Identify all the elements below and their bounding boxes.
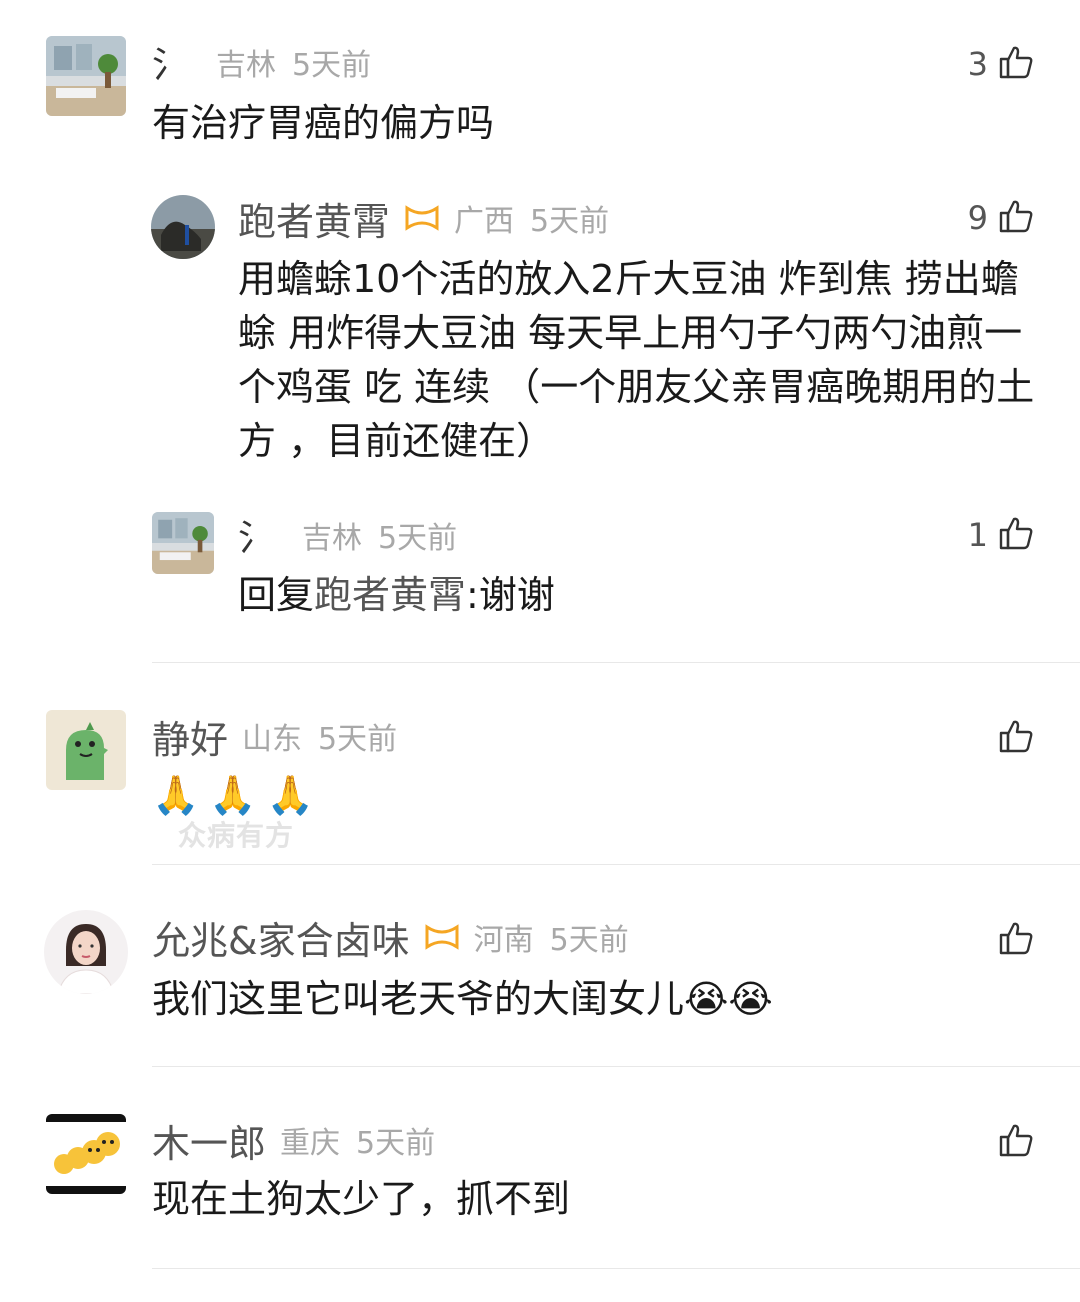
like-count: 3 [967, 45, 988, 83]
thumbs-up-icon [998, 515, 1034, 555]
username[interactable]: 跑者黄霄 [238, 191, 390, 246]
username[interactable]: 氵 [238, 509, 274, 561]
location: 吉林 [216, 48, 277, 83]
pray-emoji: 🙏 [152, 773, 200, 817]
like-button[interactable] [988, 918, 1034, 962]
username[interactable]: 氵 [152, 36, 188, 88]
timestamp: 5天前 [356, 1126, 436, 1161]
username[interactable]: 静好 [152, 709, 228, 764]
crying-emoji: 😭 [684, 977, 729, 1021]
username[interactable]: 木一郎 [152, 1113, 266, 1168]
location: 河南 [473, 923, 534, 958]
like-count: 9 [967, 199, 988, 237]
location: 重庆 [280, 1126, 341, 1161]
emoji-row: 🙏 🙏 🙏 [152, 772, 314, 818]
avatar[interactable] [46, 1114, 126, 1194]
timestamp: 5天前 [530, 204, 610, 239]
reply-prefix: 回复 [238, 573, 315, 617]
divider [152, 1268, 1080, 1269]
thumbs-up-icon [998, 44, 1034, 84]
comment-text: 回复跑者黄霄:谢谢 [238, 568, 555, 622]
comment-text: 我们这里它叫老天爷的大闺女儿😭😭 [152, 972, 773, 1026]
thumbs-up-icon [998, 920, 1034, 960]
pray-emoji: 🙏 [209, 773, 257, 817]
avatar[interactable] [151, 195, 215, 259]
like-button[interactable]: 3 [968, 42, 1034, 86]
avatar[interactable] [152, 512, 214, 574]
timestamp: 5天前 [549, 923, 629, 958]
crying-emoji: 😭 [728, 977, 773, 1021]
thumbs-up-icon [998, 198, 1034, 238]
like-button[interactable] [988, 1120, 1034, 1164]
like-button[interactable] [988, 716, 1034, 760]
username[interactable]: 允兆&家合卤味 [152, 910, 410, 965]
thumbs-up-icon [998, 1122, 1034, 1162]
pray-emoji: 🙏 [266, 773, 314, 817]
location: 山东 [242, 722, 303, 757]
timestamp: 5天前 [318, 722, 398, 757]
comment-text: 现在土狗太少了，抓不到 [152, 1177, 571, 1221]
location: 广西 [454, 204, 515, 239]
avatar[interactable] [44, 910, 128, 994]
watermark: 众病有方 [178, 819, 295, 852]
reply-text: :谢谢 [466, 573, 555, 617]
timestamp: 5天前 [292, 48, 372, 83]
divider [152, 662, 1080, 663]
infinity-badge-icon [424, 922, 460, 952]
thumbs-up-icon [998, 718, 1034, 758]
avatar[interactable] [46, 36, 126, 116]
divider [152, 864, 1080, 865]
timestamp: 5天前 [378, 521, 458, 556]
infinity-badge-icon [404, 203, 440, 233]
reply-mention[interactable]: 跑者黄霄 [314, 573, 466, 617]
location: 吉林 [302, 521, 363, 556]
like-button[interactable]: 1 [968, 513, 1034, 557]
avatar[interactable] [46, 710, 126, 790]
comment-text: 用蟾蜍10个活的放入2斤大豆油 炸到焦 捞出蟾蜍 用炸得大豆油 每天早上用勺子勺… [238, 257, 1035, 463]
comment-text: 有治疗胃癌的偏方吗 [152, 101, 495, 145]
comment-text-content: 我们这里它叫老天爷的大闺女儿 [152, 977, 685, 1021]
like-count: 1 [967, 516, 988, 554]
like-button[interactable]: 9 [968, 196, 1034, 240]
divider [152, 1066, 1080, 1067]
